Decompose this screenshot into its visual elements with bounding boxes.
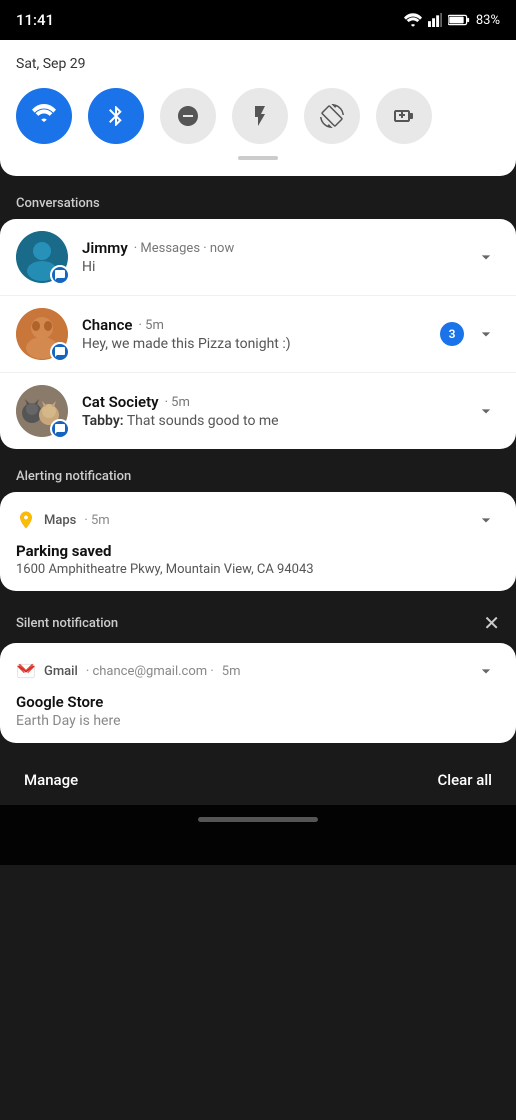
gmail-email: · chance@gmail.com · [86, 664, 214, 679]
conv-meta-jimmy: · Messages · now [134, 241, 234, 256]
dnd-tile[interactable] [160, 88, 216, 144]
conv-preview-cat: Tabby: That sounds good to me [82, 413, 458, 429]
expand-jimmy[interactable] [472, 243, 500, 271]
drag-handle [238, 156, 278, 160]
date-display: Sat, Sep 29 [16, 56, 500, 72]
gesture-pill [198, 817, 318, 822]
messages-badge-chance [50, 342, 70, 362]
conv-meta-cat: · 5m [165, 395, 190, 410]
status-icons: 83% [404, 13, 500, 28]
conv-preview-text: That sounds good to me [127, 413, 279, 429]
avatar-jimmy [16, 231, 68, 283]
maps-title: Parking saved [16, 542, 500, 560]
signal-icon [428, 13, 442, 27]
gmail-body: Earth Day is here [16, 713, 500, 729]
wifi-tile[interactable] [16, 88, 72, 144]
expand-gmail[interactable] [472, 657, 500, 685]
alerting-label: Alerting notification [0, 461, 516, 492]
conv-preview-jimmy: Hi [82, 259, 458, 275]
gmail-app-info: Gmail · chance@gmail.com · 5m [16, 661, 241, 681]
conv-actions-chance: 3 [440, 320, 500, 348]
conversation-cat-society[interactable]: Cat Society · 5m Tabby: That sounds good… [0, 373, 516, 449]
conv-content-chance: Chance · 5m Hey, we made this Pizza toni… [82, 316, 426, 352]
clear-all-button[interactable]: Clear all [438, 771, 493, 789]
gesture-bar [0, 805, 516, 865]
unread-count-chance: 3 [440, 322, 464, 346]
expand-maps[interactable] [472, 506, 500, 534]
messages-badge-jimmy [50, 265, 70, 285]
flashlight-tile[interactable] [232, 88, 288, 144]
status-bar: 11:41 83% [0, 0, 516, 40]
status-time: 11:41 [16, 11, 54, 29]
maps-icon [16, 510, 36, 530]
avatar-chance [16, 308, 68, 360]
silent-close-button[interactable]: ✕ [483, 611, 500, 635]
conv-name-jimmy: Jimmy [82, 239, 128, 257]
conversation-jimmy[interactable]: Jimmy · Messages · now Hi [0, 219, 516, 296]
maps-app-name: Maps [44, 513, 76, 528]
gmail-title: Google Store [16, 693, 500, 711]
conv-name-chance: Chance [82, 316, 133, 334]
bottom-action-bar: Manage Clear all [0, 755, 516, 805]
gmail-app-name: Gmail [44, 664, 78, 679]
battery-percent: 83% [476, 13, 500, 28]
gmail-time: 5m [222, 664, 241, 679]
maps-notification[interactable]: Maps · 5m Parking saved 1600 Amphitheatr… [0, 492, 516, 591]
expand-cat[interactable] [472, 397, 500, 425]
gmail-notification[interactable]: Gmail · chance@gmail.com · 5m Google Sto… [0, 643, 516, 743]
conv-preview-chance: Hey, we made this Pizza tonight :) [82, 336, 426, 352]
silent-section-header: Silent notification ✕ [0, 603, 516, 643]
avatar-cat-society [16, 385, 68, 437]
gmail-icon [16, 661, 36, 681]
quick-tiles-row [16, 88, 500, 144]
maps-body: 1600 Amphitheatre Pkwy, Mountain View, C… [16, 562, 500, 577]
conv-name-cat: Cat Society [82, 393, 159, 411]
quick-settings-panel: Sat, Sep 29 [0, 40, 516, 176]
manage-button[interactable]: Manage [24, 771, 78, 789]
silent-label: Silent notification [16, 616, 118, 631]
battery-icon [448, 14, 470, 26]
conv-preview-sender: Tabby: [82, 413, 124, 429]
conversations-label: Conversations [0, 188, 516, 219]
wifi-icon [404, 13, 422, 27]
conversations-card: Jimmy · Messages · now Hi [0, 219, 516, 449]
conv-content-cat-society: Cat Society · 5m Tabby: That sounds good… [82, 393, 458, 429]
conversation-chance[interactable]: Chance · 5m Hey, we made this Pizza toni… [0, 296, 516, 373]
conv-meta-chance: · 5m [139, 318, 164, 333]
battery-saver-tile[interactable] [376, 88, 432, 144]
bluetooth-tile[interactable] [88, 88, 144, 144]
rotate-tile[interactable] [304, 88, 360, 144]
conv-content-jimmy: Jimmy · Messages · now Hi [82, 239, 458, 275]
expand-chance[interactable] [472, 320, 500, 348]
messages-badge-cat [50, 419, 70, 439]
maps-app-info: Maps · 5m [16, 510, 110, 530]
maps-time: · 5m [84, 513, 109, 528]
